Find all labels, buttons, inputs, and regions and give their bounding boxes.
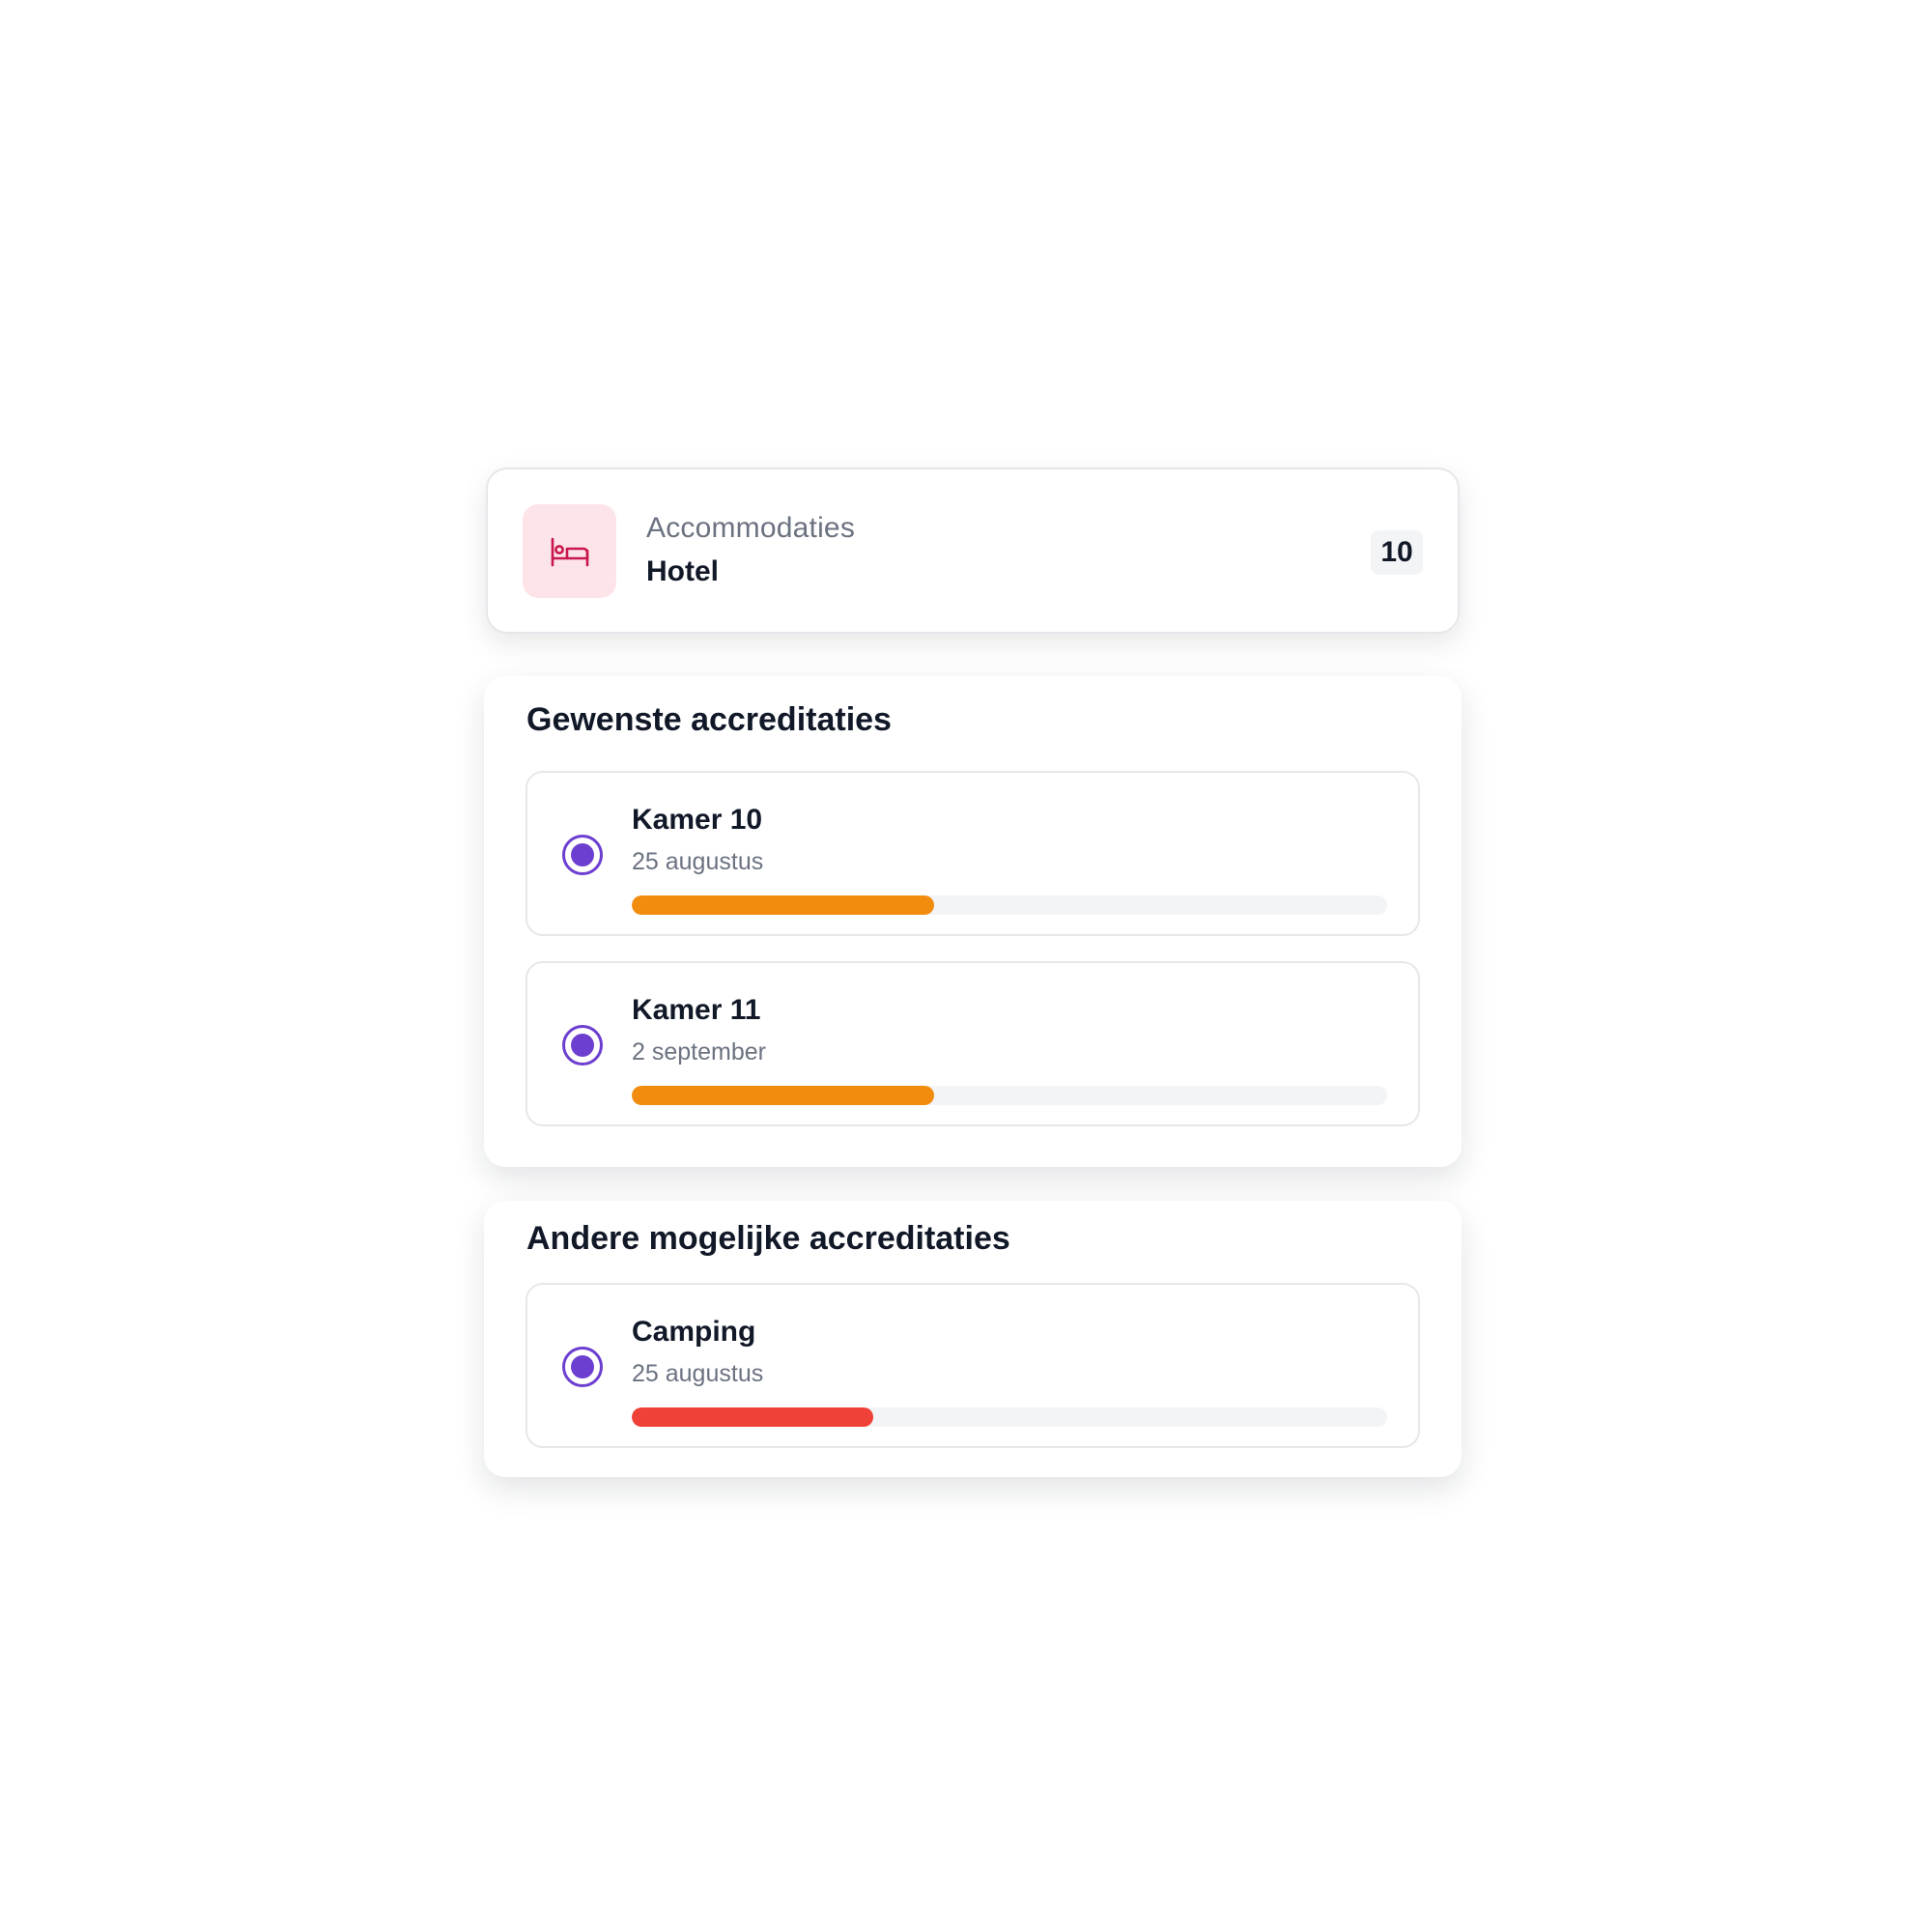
bed-icon xyxy=(551,537,588,566)
section-title: Andere mogelijke accreditaties xyxy=(526,1220,1010,1257)
accommodation-card[interactable]: Accommodaties Hotel 10 xyxy=(486,468,1460,634)
progress-track xyxy=(632,895,1387,915)
accreditation-name: Kamer 11 xyxy=(632,994,761,1026)
section-title: Gewenste accreditaties xyxy=(526,701,892,738)
progress-track xyxy=(632,1086,1387,1105)
radio-selected-icon[interactable] xyxy=(562,1025,603,1065)
progress-track xyxy=(632,1407,1387,1427)
accommodation-type-title: Hotel xyxy=(646,555,719,587)
radio-selected-icon[interactable] xyxy=(562,1347,603,1387)
accreditation-name: Camping xyxy=(632,1316,756,1348)
progress-fill xyxy=(632,895,934,915)
accommodation-category-label: Accommodaties xyxy=(646,512,856,544)
accreditation-item[interactable]: Kamer 11 2 september xyxy=(526,961,1420,1126)
accreditation-date: 2 september xyxy=(632,1038,766,1065)
accommodation-icon-box xyxy=(523,504,616,598)
accreditation-date: 25 augustus xyxy=(632,848,764,875)
accreditation-item[interactable]: Kamer 10 25 augustus xyxy=(526,771,1420,936)
progress-fill xyxy=(632,1407,874,1427)
radio-selected-icon[interactable] xyxy=(562,835,603,875)
page: Accommodaties Hotel 10 Gewenste accredit… xyxy=(0,0,1932,1932)
preferred-accreditations-section: Gewenste accreditaties Kamer 10 25 augus… xyxy=(484,676,1462,1167)
accreditation-date: 25 augustus xyxy=(632,1360,764,1387)
accommodation-count-badge: 10 xyxy=(1371,530,1423,575)
progress-fill xyxy=(632,1086,934,1105)
accreditation-item[interactable]: Camping 25 augustus xyxy=(526,1283,1420,1448)
other-accreditations-section: Andere mogelijke accreditaties Camping 2… xyxy=(484,1201,1462,1477)
accreditation-name: Kamer 10 xyxy=(632,804,763,836)
